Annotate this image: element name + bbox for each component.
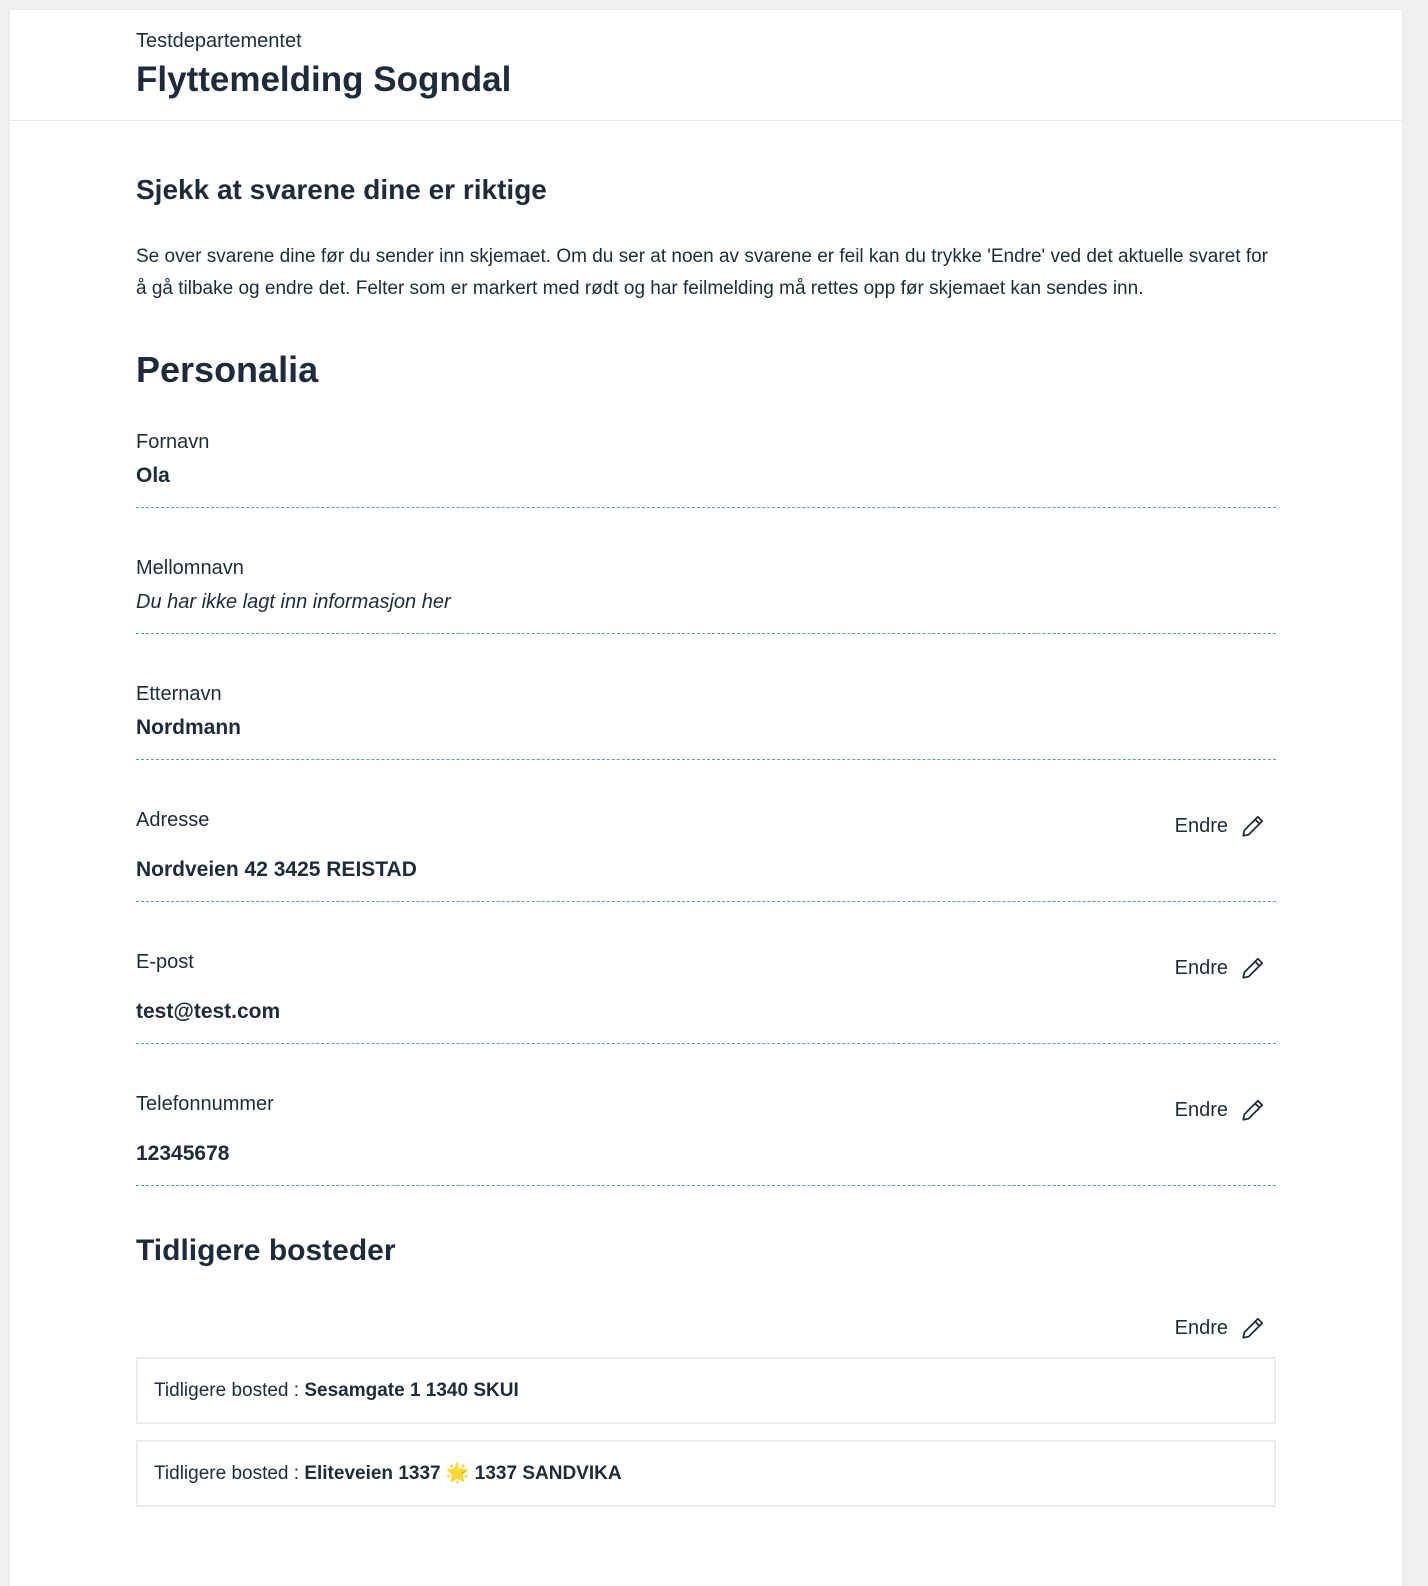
pencil-icon (1240, 813, 1266, 839)
field-label: Mellomnavn (136, 557, 244, 579)
summary-intro: Se over svarene dine før du sender inn s… (136, 246, 1269, 299)
field-value: Ola (136, 464, 170, 487)
summary-title: Sjekk at svarene dine er riktige (136, 174, 547, 205)
field-value-empty: Du har ikke lagt inn informasjon her (136, 591, 451, 613)
field-label: Adresse (136, 809, 210, 831)
app-header: Testdepartementet Flyttemelding Sogndal (10, 10, 1402, 121)
edit-label: Endre (1174, 815, 1228, 837)
previous-residence-item: Tidligere bosted : Sesamgate 1 1340 SKUI (136, 1357, 1276, 1424)
app-title: Flyttemelding Sogndal (136, 60, 512, 99)
pencil-icon (1240, 955, 1266, 981)
field-label: Etternavn (136, 683, 222, 705)
previous-residence-value: Sesamgate 1 1340 SKUI (304, 1380, 519, 1401)
field-value: Nordveien 42 3425 REISTAD (136, 858, 417, 881)
pencil-icon (1240, 1097, 1266, 1123)
field-label: E-post (136, 951, 194, 973)
previous-residences-title: Tidligere bosteder (136, 1234, 396, 1267)
previous-residence-label: Tidligere bosted : (154, 1380, 305, 1401)
form-card: Testdepartementet Flyttemelding Sogndal … (10, 10, 1402, 1586)
previous-residence-item: Tidligere bosted : Eliteveien 1337 🌟 133… (136, 1440, 1276, 1507)
field-value: 12345678 (136, 1142, 230, 1165)
previous-residence-text: Tidligere bosted : Eliteveien 1337 🌟 133… (154, 1462, 622, 1486)
edit-epost-button[interactable]: Endre (1175, 955, 1266, 981)
edit-label: Endre (1174, 957, 1228, 979)
field-value: Nordmann (136, 716, 241, 739)
edit-label: Endre (1174, 1317, 1228, 1339)
previous-residence-text: Tidligere bosted : Sesamgate 1 1340 SKUI (154, 1379, 519, 1403)
field-mellomnavn: Mellomnavn Du har ikke lagt inn informas… (136, 546, 1276, 634)
field-fornavn: Fornavn Ola (136, 420, 1276, 508)
field-value: test@test.com (136, 1000, 281, 1023)
pencil-icon (1240, 1315, 1266, 1341)
field-adresse: Adresse Nordveien 42 3425 REISTAD Endre (136, 798, 1276, 902)
field-label: Fornavn (136, 431, 210, 453)
organisation-name: Testdepartementet (136, 30, 302, 52)
field-epost: E-post test@test.com Endre (136, 940, 1276, 1044)
previous-residence-label: Tidligere bosted : (154, 1463, 305, 1484)
field-label: Telefonnummer (136, 1093, 274, 1115)
edit-label: Endre (1174, 1099, 1228, 1121)
field-telefonnummer: Telefonnummer 12345678 Endre (136, 1082, 1276, 1186)
previous-residence-value: Eliteveien 1337 🌟 1337 SANDVIKA (304, 1463, 622, 1484)
field-etternavn: Etternavn Nordmann (136, 672, 1276, 760)
edit-previous-residences-button[interactable]: Endre (1175, 1315, 1266, 1341)
edit-adresse-button[interactable]: Endre (1175, 813, 1266, 839)
edit-telefonnummer-button[interactable]: Endre (1175, 1097, 1266, 1123)
personalia-title: Personalia (136, 349, 319, 390)
